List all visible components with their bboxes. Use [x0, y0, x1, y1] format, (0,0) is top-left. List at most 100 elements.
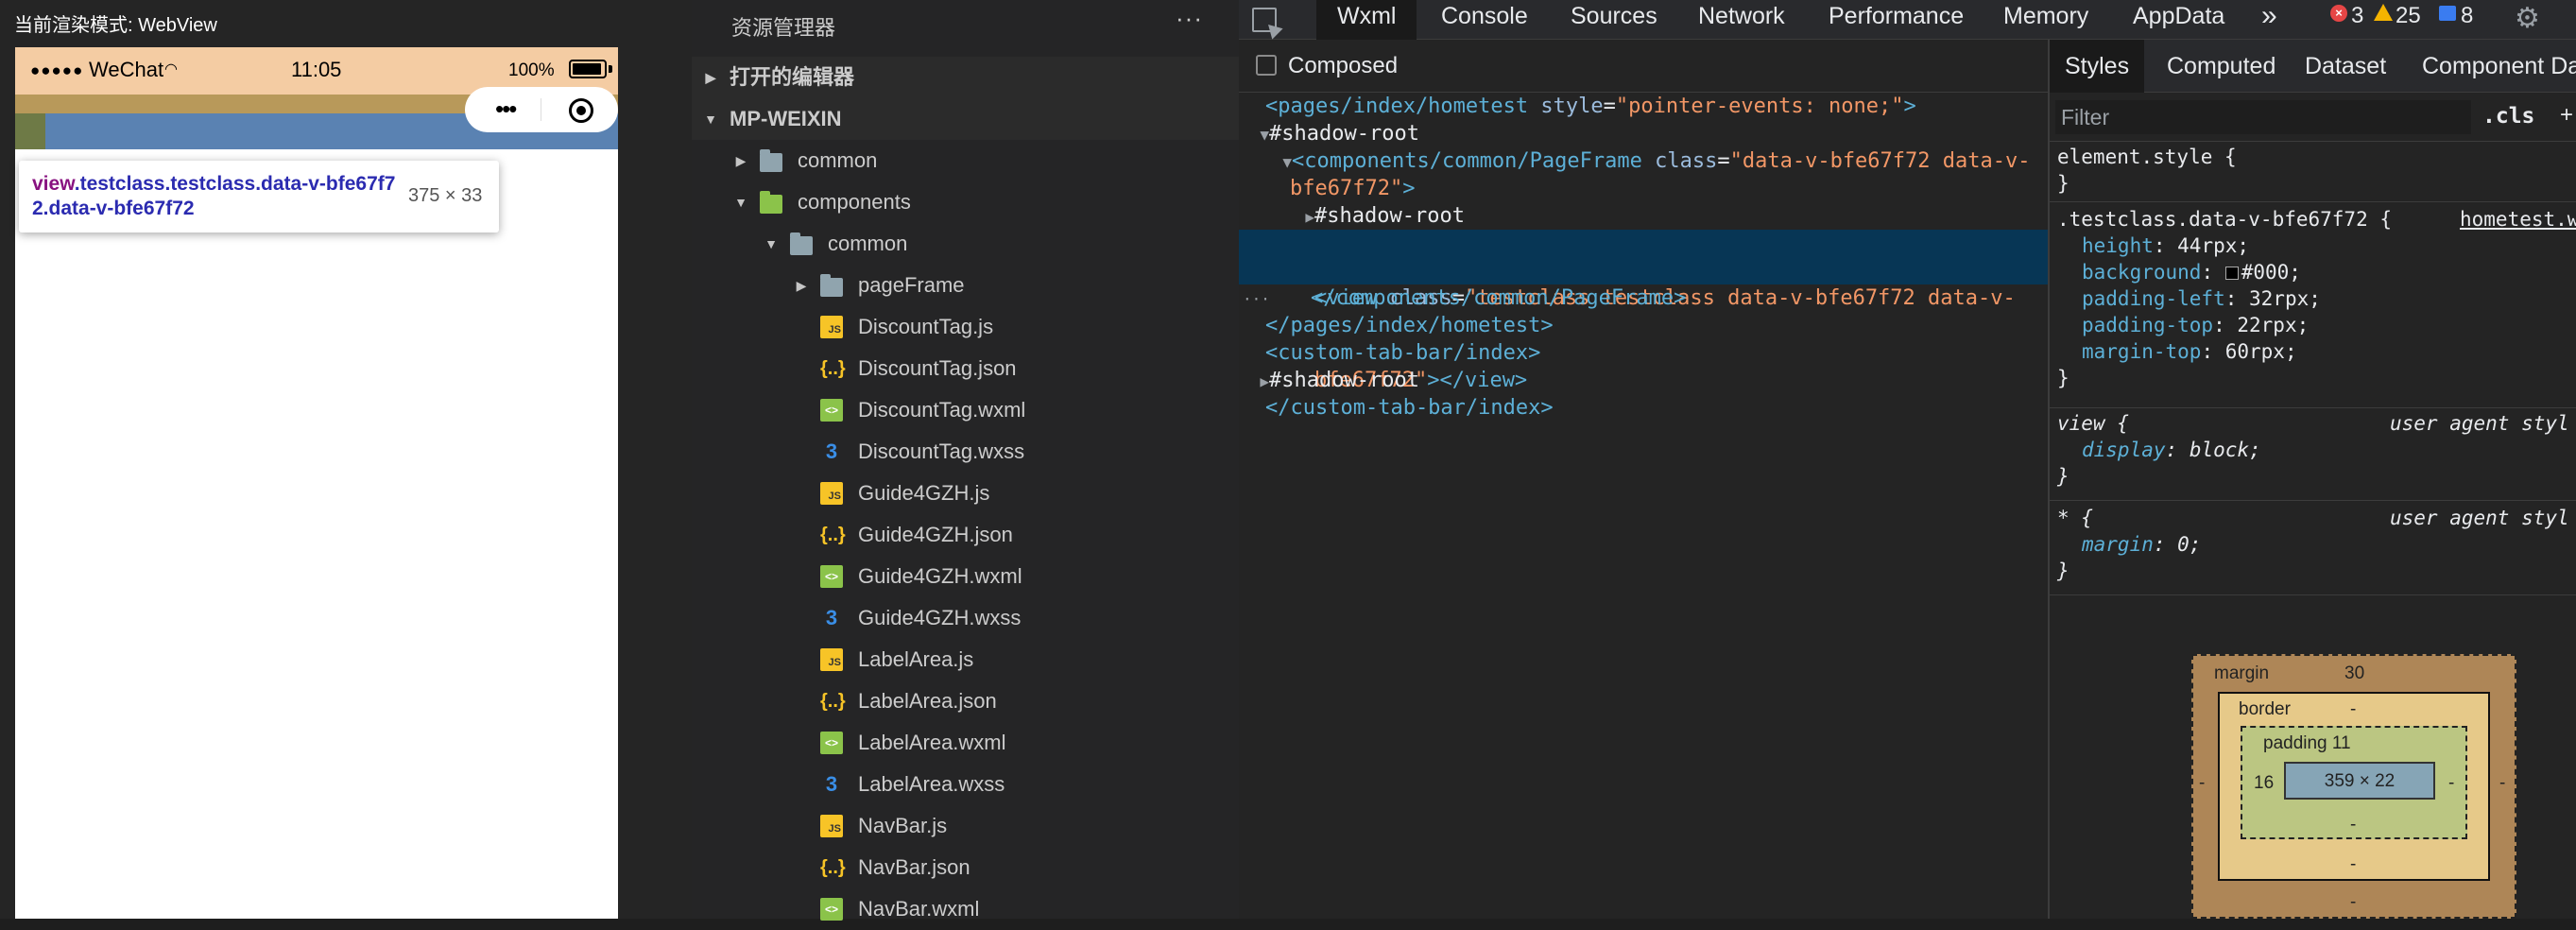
tab-wxml[interactable]: Wxml: [1316, 0, 1417, 40]
collapse-arrow-icon: ▶: [1260, 372, 1269, 390]
info-icon[interactable]: [2439, 6, 2456, 21]
box-model-margin[interactable]: margin 30 - - - border - - padding 11 16…: [2191, 654, 2516, 919]
margin-left-value[interactable]: -: [2199, 773, 2205, 794]
tree-label: NavBar.js: [858, 814, 948, 837]
file-item[interactable]: 3 Guide4GZH.wxss: [692, 597, 1239, 639]
border-top-value[interactable]: -: [2350, 699, 2356, 720]
warning-icon[interactable]: [2374, 4, 2393, 21]
gear-icon[interactable]: ⚙: [2515, 2, 2540, 35]
tab-memory[interactable]: Memory: [2003, 0, 2088, 40]
rule-view[interactable]: view {user agent styl display: block; }: [2050, 410, 2576, 501]
style-prop[interactable]: margin: 0;: [2050, 531, 2576, 558]
rule-source-link[interactable]: hometest.w: [2460, 206, 2576, 232]
dom-node[interactable]: </components/common/PageFrame>: [1239, 284, 2048, 312]
tree-label: common: [798, 148, 878, 172]
dom-node[interactable]: ▶#shadow-root: [1239, 367, 2048, 394]
file-item[interactable]: {..} DiscountTag.json: [692, 348, 1239, 389]
cls-toggle[interactable]: .cls: [2482, 104, 2534, 129]
section-project[interactable]: ▼ MP-WEIXIN: [692, 98, 1239, 140]
info-count[interactable]: 8: [2461, 0, 2473, 32]
style-prop[interactable]: height: 44rpx;: [2050, 232, 2576, 259]
file-item[interactable]: <> NavBar.wxml: [692, 888, 1239, 930]
wxml-file-icon: <>: [820, 732, 843, 754]
style-prop[interactable]: padding-top: 22rpx;: [2050, 312, 2576, 338]
tab-performance[interactable]: Performance: [1829, 0, 1964, 40]
warning-count[interactable]: 25: [2396, 0, 2421, 32]
composed-checkbox[interactable]: [1256, 55, 1277, 76]
error-icon[interactable]: ×: [2330, 5, 2347, 22]
padding-right-value[interactable]: -: [2448, 773, 2454, 794]
chevron-down-icon: ▼: [734, 195, 747, 210]
inspect-element-icon[interactable]: [1252, 8, 1283, 40]
margin-top-value[interactable]: 30: [2344, 663, 2364, 684]
tree-label: NavBar.json: [858, 855, 970, 879]
dom-node[interactable]: </pages/index/hometest>: [1239, 312, 2048, 339]
rule-element-style[interactable]: element.style { }: [2050, 144, 2576, 202]
border-bottom-value[interactable]: -: [2350, 854, 2356, 875]
tab-dataset[interactable]: Dataset: [2305, 40, 2386, 93]
style-prop[interactable]: display: block;: [2050, 437, 2576, 463]
rule-selector: view {: [2057, 412, 2129, 435]
dom-node[interactable]: ▶#shadow-root: [1239, 202, 2048, 230]
rule-star[interactable]: * {user agent styl margin: 0; }: [2050, 505, 2576, 595]
style-prop[interactable]: background: #000;: [2050, 259, 2576, 285]
styles-filter-input[interactable]: [2055, 100, 2471, 134]
tab-appdata[interactable]: AppData: [2133, 0, 2224, 40]
dom-node[interactable]: ▼#shadow-root: [1239, 120, 2048, 147]
tab-styles[interactable]: Styles: [2050, 40, 2145, 93]
file-item[interactable]: JS NavBar.js: [692, 805, 1239, 847]
rule-selector: .testclass.data-v-bfe67f72 {: [2057, 208, 2393, 231]
tab-component-data[interactable]: Component Da: [2422, 40, 2576, 93]
content-size[interactable]: 359 × 22: [2286, 771, 2433, 792]
more-tabs-icon[interactable]: »: [2261, 0, 2277, 40]
clock: 11:05: [291, 58, 342, 81]
rule-testclass[interactable]: .testclass.data-v-bfe67f72 { hometest.w h…: [2050, 206, 2576, 408]
folder-components[interactable]: ▼ components: [692, 181, 1239, 223]
file-item[interactable]: 3 LabelArea.wxss: [692, 764, 1239, 805]
section-open-editors[interactable]: ▶ 打开的编辑器: [692, 57, 1239, 98]
file-item[interactable]: 3 DiscountTag.wxss: [692, 431, 1239, 473]
tree-label: Guide4GZH.js: [858, 481, 990, 505]
dom-node-selected[interactable]: ··· <view class="testclass testclass data…: [1239, 230, 2048, 392]
style-prop[interactable]: margin-top: 60rpx;: [2050, 338, 2576, 365]
close-circle-icon[interactable]: [569, 98, 593, 123]
tab-network[interactable]: Network: [1698, 0, 1785, 40]
dom-node[interactable]: ▼<components/common/PageFrame class="dat…: [1239, 147, 2048, 175]
folder-common[interactable]: ▶ common: [692, 140, 1239, 181]
more-actions-icon[interactable]: ···: [1176, 4, 1203, 33]
margin-bottom-value[interactable]: -: [2350, 892, 2356, 913]
file-item[interactable]: {..} NavBar.json: [692, 847, 1239, 888]
style-prop[interactable]: padding-left: 32rpx;: [2050, 285, 2576, 312]
more-dots-icon[interactable]: •••: [495, 95, 517, 124]
battery-percent: 100%: [508, 60, 555, 80]
js-file-icon: JS: [820, 815, 843, 837]
file-item[interactable]: JS Guide4GZH.js: [692, 473, 1239, 514]
rule-selector: element.style {: [2057, 146, 2237, 168]
margin-right-value[interactable]: -: [2499, 773, 2505, 794]
file-item[interactable]: JS DiscountTag.js: [692, 306, 1239, 348]
dom-node-wrap[interactable]: bfe67f72">: [1239, 175, 2048, 202]
chevron-right-icon: ▶: [735, 153, 747, 168]
file-item[interactable]: <> Guide4GZH.wxml: [692, 556, 1239, 597]
padding-left-value[interactable]: 16: [2254, 773, 2274, 794]
tree-label: Guide4GZH.wxss: [858, 606, 1022, 629]
new-rule-icon[interactable]: +: [2560, 102, 2573, 129]
render-mode-label: 当前渲染模式: WebView: [14, 15, 217, 36]
folder-pageframe[interactable]: ▶ pageFrame: [692, 265, 1239, 306]
padding-bottom-value[interactable]: -: [2350, 815, 2356, 835]
folder-icon: [760, 191, 782, 214]
tab-sources[interactable]: Sources: [1571, 0, 1657, 40]
file-item[interactable]: JS LabelArea.js: [692, 639, 1239, 680]
tab-console[interactable]: Console: [1441, 0, 1528, 40]
file-item[interactable]: {..} LabelArea.json: [692, 680, 1239, 722]
tab-computed[interactable]: Computed: [2167, 40, 2275, 93]
file-item[interactable]: {..} Guide4GZH.json: [692, 514, 1239, 556]
dom-node[interactable]: <pages/index/hometest style="pointer-eve…: [1239, 93, 2048, 120]
error-count[interactable]: 3: [2351, 0, 2363, 32]
file-item[interactable]: <> DiscountTag.wxml: [692, 389, 1239, 431]
dom-node[interactable]: </custom-tab-bar/index>: [1239, 394, 2048, 422]
dom-node[interactable]: <custom-tab-bar/index>: [1239, 339, 2048, 367]
box-model-content[interactable]: 359 × 22: [2284, 762, 2435, 800]
folder-components-common[interactable]: ▼ common: [692, 223, 1239, 265]
file-item[interactable]: <> LabelArea.wxml: [692, 722, 1239, 764]
